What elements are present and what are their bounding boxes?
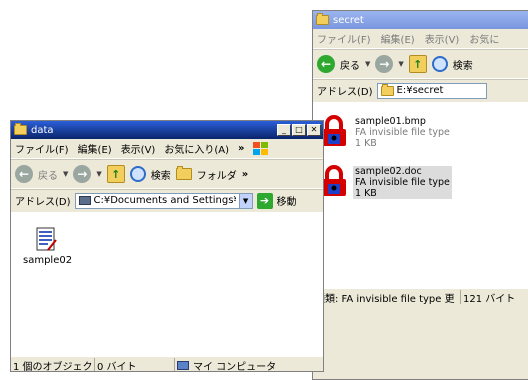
secret-title-bar[interactable]: secret bbox=[313, 11, 528, 29]
status-bar: 種類: FA invisible file type 更 121 バイト bbox=[313, 288, 528, 305]
menu-favorites[interactable]: お気に bbox=[469, 31, 499, 46]
menu-bar: ファイル(F) 編集(E) 表示(V) お気に bbox=[313, 29, 528, 49]
window-title: data bbox=[31, 124, 54, 136]
back-arrow-icon[interactable]: ← bbox=[15, 165, 33, 183]
data-window: data _ □ ✕ ファイル(F) 編集(E) 表示(V) お気に入り(A) … bbox=[10, 120, 324, 372]
folder-icon bbox=[380, 83, 394, 96]
menu-view[interactable]: 表示(V) bbox=[121, 141, 156, 156]
folder-icon bbox=[14, 123, 27, 135]
chevron-down-icon[interactable]: ▼ bbox=[365, 60, 370, 68]
menu-edit[interactable]: 編集(E) bbox=[78, 141, 112, 156]
status-bytes: 0 バイト bbox=[95, 358, 175, 371]
minimize-button[interactable]: _ bbox=[277, 124, 291, 136]
menu-edit[interactable]: 編集(E) bbox=[381, 31, 415, 46]
back-arrow-icon[interactable]: ← bbox=[317, 55, 335, 73]
drive-icon bbox=[78, 196, 91, 205]
address-field[interactable]: E:¥secret bbox=[376, 82, 487, 99]
search-button-label[interactable]: 検索 bbox=[151, 167, 171, 182]
menu-favorites[interactable]: お気に入り(A) bbox=[164, 141, 229, 156]
file-size: 1 KB bbox=[355, 138, 377, 149]
chevron-down-icon[interactable]: ▼ bbox=[63, 170, 68, 178]
address-bar: アドレス(D) C:¥Documents and Settings¥ ▼ ➔ 移… bbox=[11, 189, 323, 211]
folder-icon bbox=[316, 13, 329, 25]
maximize-button[interactable]: □ bbox=[292, 124, 306, 136]
address-value: C:¥Documents and Settings¥ bbox=[93, 195, 236, 206]
document-icon bbox=[36, 227, 57, 251]
file-item-sample02[interactable]: sample02 bbox=[23, 226, 73, 266]
address-value: E:¥secret bbox=[396, 85, 444, 96]
folder-up-icon[interactable]: ↑ bbox=[408, 55, 427, 73]
close-button[interactable]: ✕ bbox=[307, 124, 321, 136]
file-list: sample01.bmp FA invisible file type 1 KB… bbox=[313, 102, 528, 288]
folder-up-icon[interactable]: ↑ bbox=[106, 165, 125, 183]
chevron-down-icon[interactable]: ▼ bbox=[96, 170, 101, 178]
menu-file[interactable]: ファイル(F) bbox=[317, 31, 371, 46]
menu-bar: ファイル(F) 編集(E) 表示(V) お気に入り(A) » bbox=[11, 139, 323, 159]
status-size: 121 バイト bbox=[461, 290, 528, 305]
back-button-label[interactable]: 戻る bbox=[38, 167, 58, 182]
forward-arrow-icon[interactable]: → bbox=[73, 165, 92, 183]
address-label: アドレス(D) bbox=[317, 87, 373, 98]
go-arrow-icon[interactable]: ➔ bbox=[256, 192, 273, 209]
status-type: 種類: FA invisible file type 更 bbox=[313, 290, 461, 304]
file-type: FA invisible file type bbox=[355, 177, 450, 188]
chevron-down-icon[interactable]: ▼ bbox=[398, 60, 403, 68]
address-bar: アドレス(D) E:¥secret bbox=[313, 79, 528, 101]
file-name: sample02 bbox=[23, 255, 73, 266]
folders-button-label[interactable]: フォルダ bbox=[197, 167, 237, 182]
status-object-count: 1 個のオブジェクト bbox=[11, 358, 95, 371]
search-icon[interactable] bbox=[129, 166, 146, 182]
file-name: sample01.bmp bbox=[355, 116, 426, 127]
menu-overflow-icon[interactable]: » bbox=[238, 143, 244, 154]
status-zone: マイ コンピュータ bbox=[175, 358, 305, 372]
window-title: secret bbox=[333, 14, 364, 26]
forward-arrow-icon[interactable]: → bbox=[375, 55, 394, 73]
status-bar: 1 個のオブジェクト 0 バイト マイ コンピュータ bbox=[11, 356, 323, 372]
folders-icon[interactable] bbox=[175, 166, 192, 180]
toolbar: ← 戻る ▼ → ▼ ↑ 検索 bbox=[313, 49, 528, 79]
file-size: 1 KB bbox=[355, 188, 377, 199]
chevron-down-icon[interactable]: ▼ bbox=[238, 193, 252, 208]
go-button-label[interactable]: 移動 bbox=[277, 193, 297, 208]
toolbar-overflow-icon[interactable]: » bbox=[242, 169, 248, 180]
address-field[interactable]: C:¥Documents and Settings¥ ▼ bbox=[74, 192, 253, 209]
search-button-label[interactable]: 検索 bbox=[453, 57, 473, 72]
file-type: FA invisible file type bbox=[355, 127, 450, 138]
search-icon[interactable] bbox=[431, 56, 448, 72]
file-list: sample02 bbox=[11, 212, 323, 356]
address-label: アドレス(D) bbox=[15, 197, 71, 208]
status-computer-label: マイ コンピュータ bbox=[193, 361, 277, 372]
file-item-sample01[interactable]: sample01.bmp FA invisible file type 1 KB bbox=[355, 116, 450, 149]
back-button-label[interactable]: 戻る bbox=[340, 57, 360, 72]
secret-window: secret ファイル(F) 編集(E) 表示(V) お気に ← 戻る ▼ → … bbox=[312, 10, 528, 380]
file-name: sample02.doc bbox=[355, 166, 422, 177]
toolbar: ← 戻る ▼ → ▼ ↑ 検索 フォルダ » bbox=[11, 159, 323, 189]
menu-file[interactable]: ファイル(F) bbox=[15, 141, 69, 156]
data-title-bar[interactable]: data _ □ ✕ bbox=[11, 121, 323, 139]
windows-logo-icon bbox=[253, 142, 269, 155]
computer-icon bbox=[177, 360, 189, 370]
file-item-sample02[interactable]: sample02.doc FA invisible file type 1 KB bbox=[353, 166, 452, 199]
menu-view[interactable]: 表示(V) bbox=[425, 31, 460, 46]
